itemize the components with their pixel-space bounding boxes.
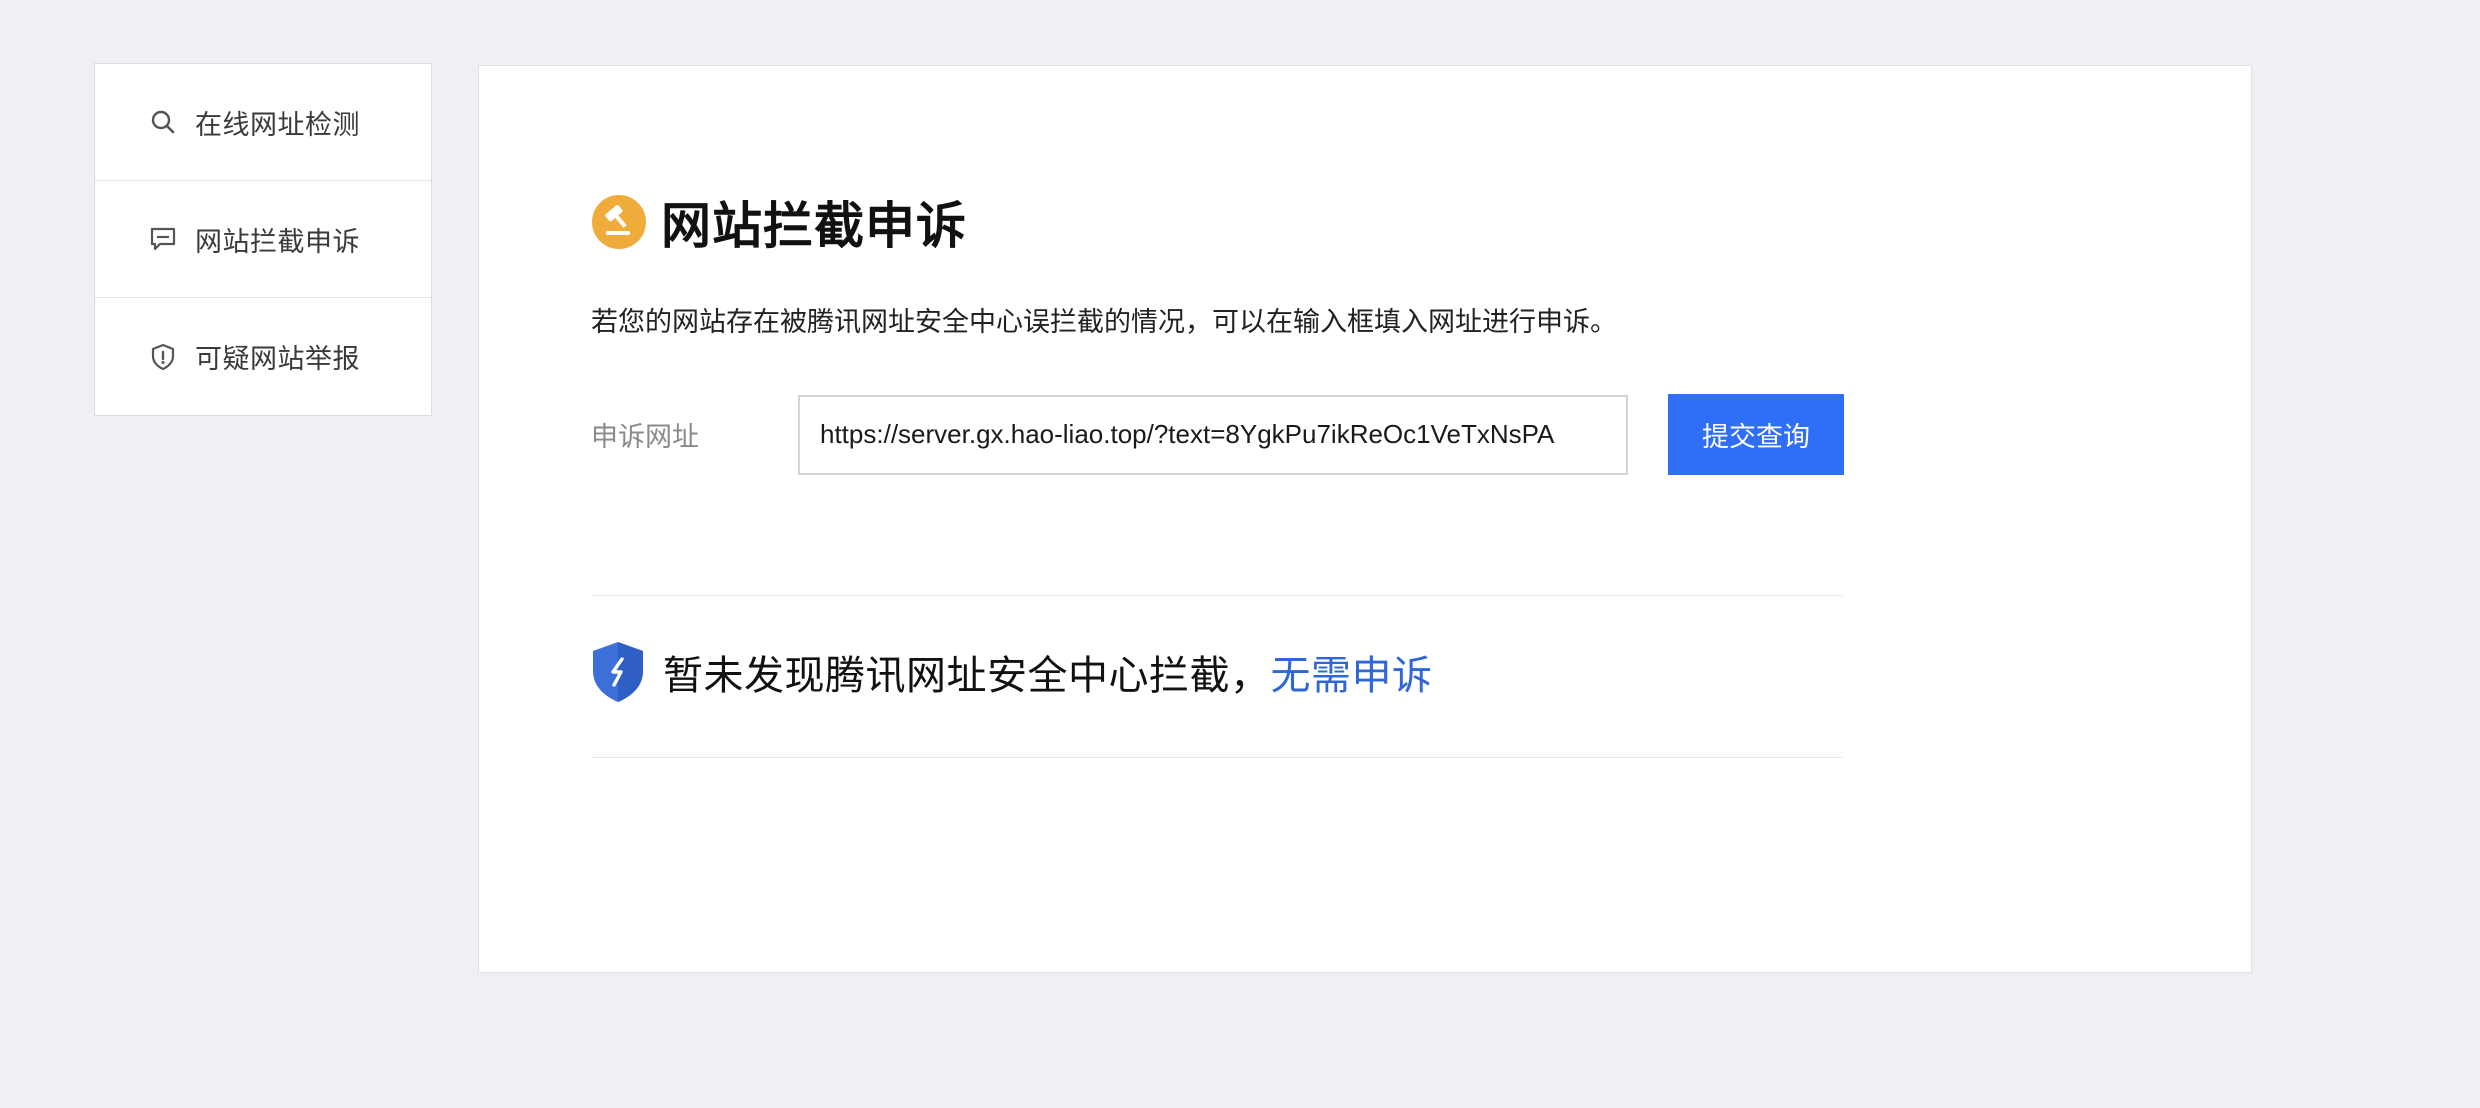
divider [591,595,1842,596]
page-header: 网站拦截申诉 [591,186,967,258]
divider [591,757,1842,758]
result-text: 暂未发现腾讯网址安全中心拦截， [663,653,1271,699]
sidebar-item-appeal[interactable]: 网站拦截申诉 [95,181,431,298]
shield-check-icon [591,641,645,703]
sidebar-item-label: 可疑网站举报 [195,344,360,375]
sidebar-item-label: 网站拦截申诉 [195,226,360,258]
sidebar-item-url-check[interactable]: 在线网址检测 [95,64,431,181]
page-description: 若您的网站存在被腾讯网址安全中心误拦截的情况，可以在输入框填入网址进行申诉。 [591,307,1617,338]
appeal-url-input[interactable] [798,394,1628,475]
main-panel: 网站拦截申诉 若您的网站存在被腾讯网址安全中心误拦截的情况，可以在输入框填入网址… [478,65,2252,973]
page-title: 网站拦截申诉 [661,197,967,255]
sidebar-nav: 在线网址检测 网站拦截申诉 可疑网站举报 [94,63,432,416]
appeal-url-label: 申诉网址 [591,422,699,453]
comment-icon [149,225,177,253]
sidebar-item-report[interactable]: 可疑网站举报 [95,298,431,415]
no-appeal-needed-link[interactable]: 无需申诉 [1271,643,1433,701]
sidebar-item-label: 在线网址检测 [195,109,360,141]
gavel-icon [591,194,647,250]
shield-alert-icon [149,343,177,371]
appeal-form: 申诉网址 提交查询 [591,394,1844,475]
search-icon [149,108,177,136]
submit-query-button[interactable]: 提交查询 [1668,394,1844,475]
result-message: 暂未发现腾讯网址安全中心拦截， 无需申诉 [591,641,1433,703]
